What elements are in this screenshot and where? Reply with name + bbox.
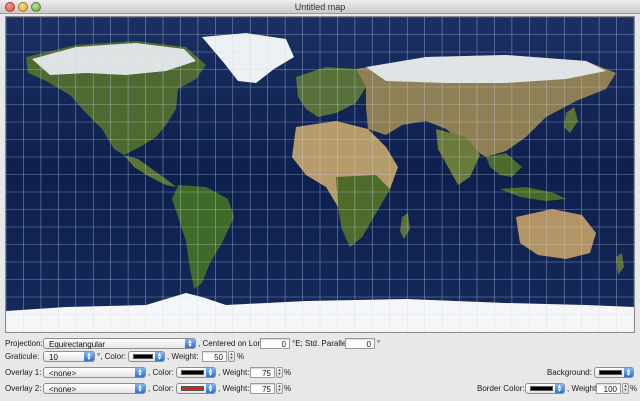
select-arrows-icon: ▲ ▼ bbox=[185, 339, 195, 349]
overlay1-row: Overlay 1: <none> ▲ ▼ , Color: ▲ ▼ , Weigh… bbox=[0, 367, 640, 379]
overlay1-weight-label: , Weight: bbox=[218, 368, 250, 377]
overlay1-label: Overlay 1: bbox=[5, 368, 42, 377]
window-titlebar: Untitled map bbox=[0, 0, 640, 14]
overlay1-weight-field[interactable]: 75 bbox=[250, 367, 275, 378]
background-label: Background: bbox=[547, 368, 592, 377]
center-lon-label: , Centered on Lon bbox=[198, 339, 263, 348]
graticule-select[interactable]: 10 ▲ ▼ bbox=[43, 351, 95, 362]
graticule-color-label: °, Color: bbox=[97, 352, 126, 361]
border-weight-unit: % bbox=[630, 384, 638, 393]
background-color-button[interactable]: ▲ ▼ bbox=[594, 367, 634, 378]
color-swatch bbox=[181, 370, 204, 375]
overlay1-color-button[interactable]: ▲ ▼ bbox=[176, 367, 216, 378]
std-parallel-field[interactable]: 0 bbox=[345, 338, 375, 349]
overlay2-label: Overlay 2: bbox=[5, 384, 42, 393]
select-arrows-icon: ▲ ▼ bbox=[84, 352, 94, 362]
select-arrows-icon: ▲ ▼ bbox=[135, 384, 145, 394]
border-color-button[interactable]: ▲ ▼ bbox=[525, 383, 565, 394]
overlay1-select[interactable]: <none> ▲ ▼ bbox=[43, 367, 146, 378]
select-arrows-icon: ▲ ▼ bbox=[206, 384, 215, 394]
graticule-weight-field[interactable]: 50 bbox=[202, 351, 227, 362]
select-arrows-icon: ▲ ▼ bbox=[155, 352, 164, 362]
overlay2-select[interactable]: <none> ▲ ▼ bbox=[43, 383, 146, 394]
std-parallel-unit: ° bbox=[377, 339, 381, 348]
color-swatch bbox=[133, 354, 153, 359]
overlay1-weight-unit: % bbox=[284, 368, 292, 377]
border-weight-field[interactable]: 100 bbox=[596, 383, 621, 394]
world-map-image bbox=[6, 17, 634, 332]
overlay2-row: Overlay 2: <none> ▲ ▼ , Color: ▲ ▼ , Weigh… bbox=[0, 383, 640, 395]
overlay2-weight-label: , Weight: bbox=[218, 384, 250, 393]
graticule-color-button[interactable]: ▲ ▼ bbox=[128, 351, 165, 362]
select-arrows-icon: ▲ ▼ bbox=[135, 368, 145, 378]
window-title: Untitled map bbox=[294, 2, 346, 12]
graticule-weight-unit: % bbox=[237, 352, 245, 361]
select-arrows-icon: ▲ ▼ bbox=[624, 368, 633, 378]
color-swatch bbox=[181, 386, 204, 391]
graticule-weight-stepper[interactable]: ▲ ▼ bbox=[228, 351, 235, 362]
std-parallel-label: °E; Std. Parallel: bbox=[292, 339, 351, 348]
graticule-row: Graticule: 10 ▲ ▼ °, Color: ▲ ▼ , Weight: … bbox=[0, 351, 640, 363]
overlay2-weight-stepper[interactable]: ▲ ▼ bbox=[276, 383, 283, 394]
select-arrows-icon: ▲ ▼ bbox=[206, 368, 215, 378]
border-weight-stepper[interactable]: ▲ ▼ bbox=[622, 383, 629, 394]
overlay1-weight-stepper[interactable]: ▲ ▼ bbox=[276, 367, 283, 378]
projection-select[interactable]: Equirectangular ▲ ▼ bbox=[43, 338, 196, 349]
projection-row: Projection: Equirectangular ▲ ▼ , Centere… bbox=[0, 338, 640, 350]
border-weight-label: , Weight: bbox=[567, 384, 599, 393]
overlay2-color-label: , Color: bbox=[148, 384, 174, 393]
border-color-label: Border Color: bbox=[477, 384, 525, 393]
graticule-weight-label: , Weight: bbox=[167, 352, 199, 361]
color-swatch bbox=[599, 370, 622, 375]
projection-label: Projection: bbox=[5, 339, 43, 348]
overlay1-color-label: , Color: bbox=[148, 368, 174, 377]
center-lon-field[interactable]: 0 bbox=[260, 338, 290, 349]
map-canvas[interactable] bbox=[5, 16, 635, 333]
overlay2-color-button[interactable]: ▲ ▼ bbox=[176, 383, 216, 394]
overlay2-weight-field[interactable]: 75 bbox=[250, 383, 275, 394]
overlay2-weight-unit: % bbox=[284, 384, 292, 393]
graticule-label: Graticule: bbox=[5, 352, 40, 361]
select-arrows-icon: ▲ ▼ bbox=[555, 384, 564, 394]
color-swatch bbox=[530, 386, 553, 391]
